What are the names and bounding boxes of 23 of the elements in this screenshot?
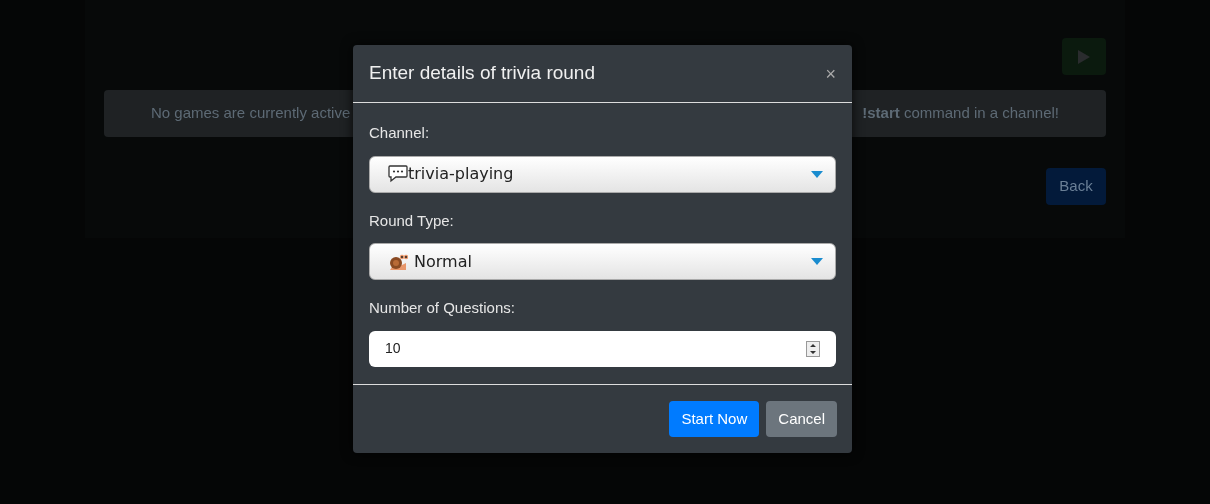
number-value: 10 <box>385 339 401 359</box>
snail-icon <box>388 252 408 271</box>
field-label: Channel: <box>369 123 431 144</box>
dropdown-caret-icon <box>811 170 823 178</box>
modal-title: Enter details of trivia round <box>369 61 595 86</box>
number-field[interactable]: 10 <box>369 330 836 367</box>
dropdown-caret-icon <box>811 258 823 266</box>
select-field[interactable]: trivia-playing <box>369 155 836 193</box>
spinner-icon <box>806 340 820 357</box>
start-button[interactable]: Start Now <box>669 400 760 437</box>
select-value: trivia-playing <box>408 163 514 186</box>
close-button[interactable]: × <box>825 64 836 83</box>
speech-bubble-icon <box>388 165 408 184</box>
select-value: Normal <box>414 250 472 273</box>
notice-text: No games are currently active <box>151 103 351 124</box>
back-button[interactable]: Back <box>1046 168 1106 205</box>
play-icon <box>1078 49 1090 64</box>
play-button[interactable] <box>1062 38 1106 75</box>
field-label: Round Type: <box>369 210 455 231</box>
field-label: Number of Questions: <box>369 298 516 319</box>
cancel-button[interactable]: Cancel <box>766 400 837 437</box>
select-field[interactable]: Normal <box>369 243 836 281</box>
notice-text: !start command in a channel! <box>862 103 1059 124</box>
